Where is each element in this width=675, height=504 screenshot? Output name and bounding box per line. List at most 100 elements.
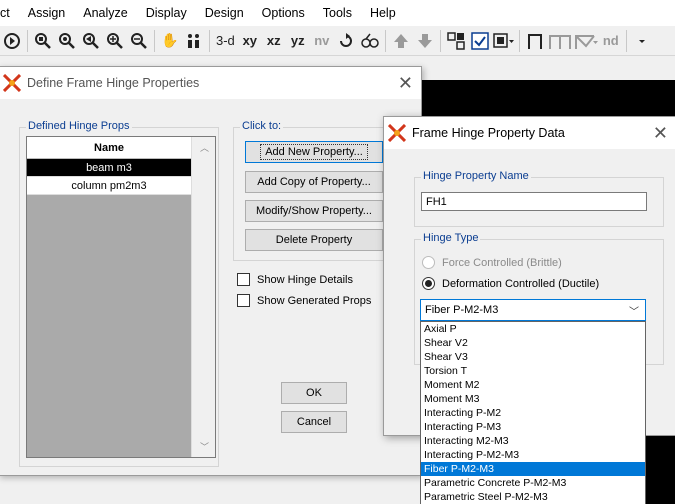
hinge-type-dropdown[interactable]: Axial P Shear V2 Shear V3 Torsion T Mome… (420, 321, 646, 504)
dropdown-option-fiber-p-m2-m3[interactable]: Fiber P-M2-M3 (421, 462, 645, 476)
dropdown-option-parametric-concrete[interactable]: Parametric Concrete P-M2-M3 (421, 476, 645, 490)
toolbar-separator (384, 29, 386, 52)
dropdown-option-moment-m3[interactable]: Moment M3 (421, 392, 645, 406)
modify-show-property-button[interactable]: Modify/Show Property... (245, 200, 383, 222)
scroll-up-icon[interactable]: ︿ (200, 141, 209, 154)
checkbox-box[interactable] (237, 294, 250, 307)
draw-brace-icon[interactable] (574, 30, 598, 52)
show-generated-props-label: Show Generated Props (257, 294, 372, 307)
checkbox-icon[interactable] (469, 30, 491, 52)
dropdown-option-axial-p[interactable]: Axial P (421, 322, 645, 336)
canvas-header-strip (420, 56, 675, 80)
deformation-controlled-label: Deformation Controlled (Ductile) (442, 277, 600, 290)
list-item[interactable]: column pm2m3 (27, 177, 191, 195)
view-xy-button[interactable]: xy (239, 30, 261, 52)
hinge-type-select[interactable]: Fiber P-M2-M3 ﹀ (420, 299, 646, 321)
run-icon[interactable] (1, 30, 23, 52)
pan-icon[interactable]: ✋ (159, 30, 181, 52)
move-down-icon[interactable] (414, 30, 436, 52)
zoom-out-icon[interactable] (128, 30, 150, 52)
hinge-property-name-input[interactable]: FH1 (421, 192, 647, 211)
sap-logo-icon (388, 124, 406, 142)
zoom-previous-icon[interactable] (80, 30, 102, 52)
menu-options[interactable]: Options (253, 0, 314, 26)
view-nv-button[interactable]: nv (311, 30, 333, 52)
view-xz-button[interactable]: xz (263, 30, 285, 52)
toolbar-separator (27, 29, 28, 52)
data-dialog-title: Frame Hinge Property Data (412, 126, 565, 140)
radio-selected-icon (425, 280, 432, 287)
toolbar-separator (154, 29, 155, 52)
menu-assign[interactable]: Assign (19, 0, 75, 26)
view-3d-button[interactable]: 3-d (214, 30, 237, 52)
options-icon[interactable] (493, 30, 515, 52)
dropdown-option-interacting-p-m2[interactable]: Interacting P-M2 (421, 406, 645, 420)
dropdown-option-moment-m2[interactable]: Moment M2 (421, 378, 645, 392)
menu-display[interactable]: Display (137, 0, 196, 26)
zoom-window-icon[interactable] (32, 30, 54, 52)
dropdown-option-shear-v3[interactable]: Shear V3 (421, 350, 645, 364)
hinge-property-name-label: Hinge Property Name (421, 170, 531, 182)
hinge-type-label: Hinge Type (421, 232, 481, 244)
toolbar: ✋ 3-d xy xz yz nv nd (0, 26, 675, 56)
dropdown-option-parametric-steel[interactable]: Parametric Steel P-M2-M3 (421, 490, 645, 504)
menu-tools[interactable]: Tools (314, 0, 361, 26)
defined-hinge-props-label: Defined Hinge Props (26, 120, 132, 132)
delete-property-button[interactable]: Delete Property (245, 229, 383, 251)
dropdown-option-interacting-m2-m3[interactable]: Interacting M2-M3 (421, 434, 645, 448)
toolbar-separator (625, 29, 627, 52)
show-generated-props-checkbox[interactable]: Show Generated Props (237, 294, 371, 307)
dropdown-option-interacting-p-m3[interactable]: Interacting P-M3 (421, 420, 645, 434)
define-dialog-titlebar[interactable]: Define Frame Hinge Properties ✕ (0, 67, 421, 99)
force-controlled-label: Force Controlled (Brittle) (442, 256, 562, 269)
force-controlled-radio[interactable]: Force Controlled (Brittle) (422, 256, 562, 269)
walk-icon[interactable] (183, 30, 205, 52)
toolbar-separator (209, 29, 210, 52)
hinge-props-list[interactable]: Name beam m3 column pm2m3 ︿ ﹀ (26, 136, 216, 458)
show-hinge-details-label: Show Hinge Details (257, 273, 353, 286)
close-icon[interactable]: ✕ (653, 124, 668, 142)
menu-help[interactable]: Help (361, 0, 405, 26)
zoom-in-icon[interactable] (104, 30, 126, 52)
cancel-button[interactable]: Cancel (281, 411, 347, 433)
radio-dot[interactable] (422, 277, 435, 290)
menu-bar: ct Assign Analyze Display Design Options… (0, 0, 675, 26)
toolbar-separator (439, 29, 441, 52)
add-copy-property-button[interactable]: Add Copy of Property... (245, 171, 383, 193)
radio-dot[interactable] (422, 256, 435, 269)
view-yz-button[interactable]: yz (287, 30, 309, 52)
select-objects-icon[interactable] (445, 30, 467, 52)
define-dialog-title: Define Frame Hinge Properties (27, 76, 200, 90)
sap-logo-icon (3, 74, 21, 92)
chevron-down-icon[interactable]: ﹀ (629, 303, 639, 318)
nd-button[interactable]: nd (600, 30, 622, 52)
more-icon[interactable] (631, 30, 653, 52)
deformation-controlled-radio[interactable]: Deformation Controlled (Ductile) (422, 277, 599, 290)
draw-frame-bays-icon[interactable] (548, 30, 572, 52)
menu-edit[interactable]: ct (0, 0, 19, 26)
list-scrollbar[interactable]: ︿ ﹀ (191, 137, 215, 457)
toolbar-separator (518, 29, 520, 52)
status-area (0, 472, 420, 504)
dropdown-option-shear-v2[interactable]: Shear V2 (421, 336, 645, 350)
perspective-icon[interactable] (359, 30, 381, 52)
scroll-down-icon[interactable]: ﹀ (200, 440, 209, 453)
draw-frame-icon[interactable] (524, 30, 546, 52)
menu-design[interactable]: Design (196, 0, 253, 26)
zoom-restore-icon[interactable] (56, 30, 78, 52)
move-up-icon[interactable] (390, 30, 412, 52)
dropdown-option-torsion-t[interactable]: Torsion T (421, 364, 645, 378)
data-dialog-titlebar[interactable]: Frame Hinge Property Data ✕ (384, 117, 675, 149)
menu-analyze[interactable]: Analyze (74, 0, 136, 26)
hinge-type-selected-value: Fiber P-M2-M3 (425, 304, 499, 316)
add-new-property-button[interactable]: Add New Property... (245, 141, 383, 163)
close-icon[interactable]: ✕ (398, 74, 413, 92)
dropdown-option-interacting-p-m2-m3[interactable]: Interacting P-M2-M3 (421, 448, 645, 462)
list-header-name: Name (27, 137, 191, 159)
click-to-label: Click to: (240, 120, 284, 132)
show-hinge-details-checkbox[interactable]: Show Hinge Details (237, 273, 353, 286)
checkbox-box[interactable] (237, 273, 250, 286)
ok-button[interactable]: OK (281, 382, 347, 404)
list-item[interactable]: beam m3 (27, 159, 191, 177)
rotate-icon[interactable] (335, 30, 357, 52)
